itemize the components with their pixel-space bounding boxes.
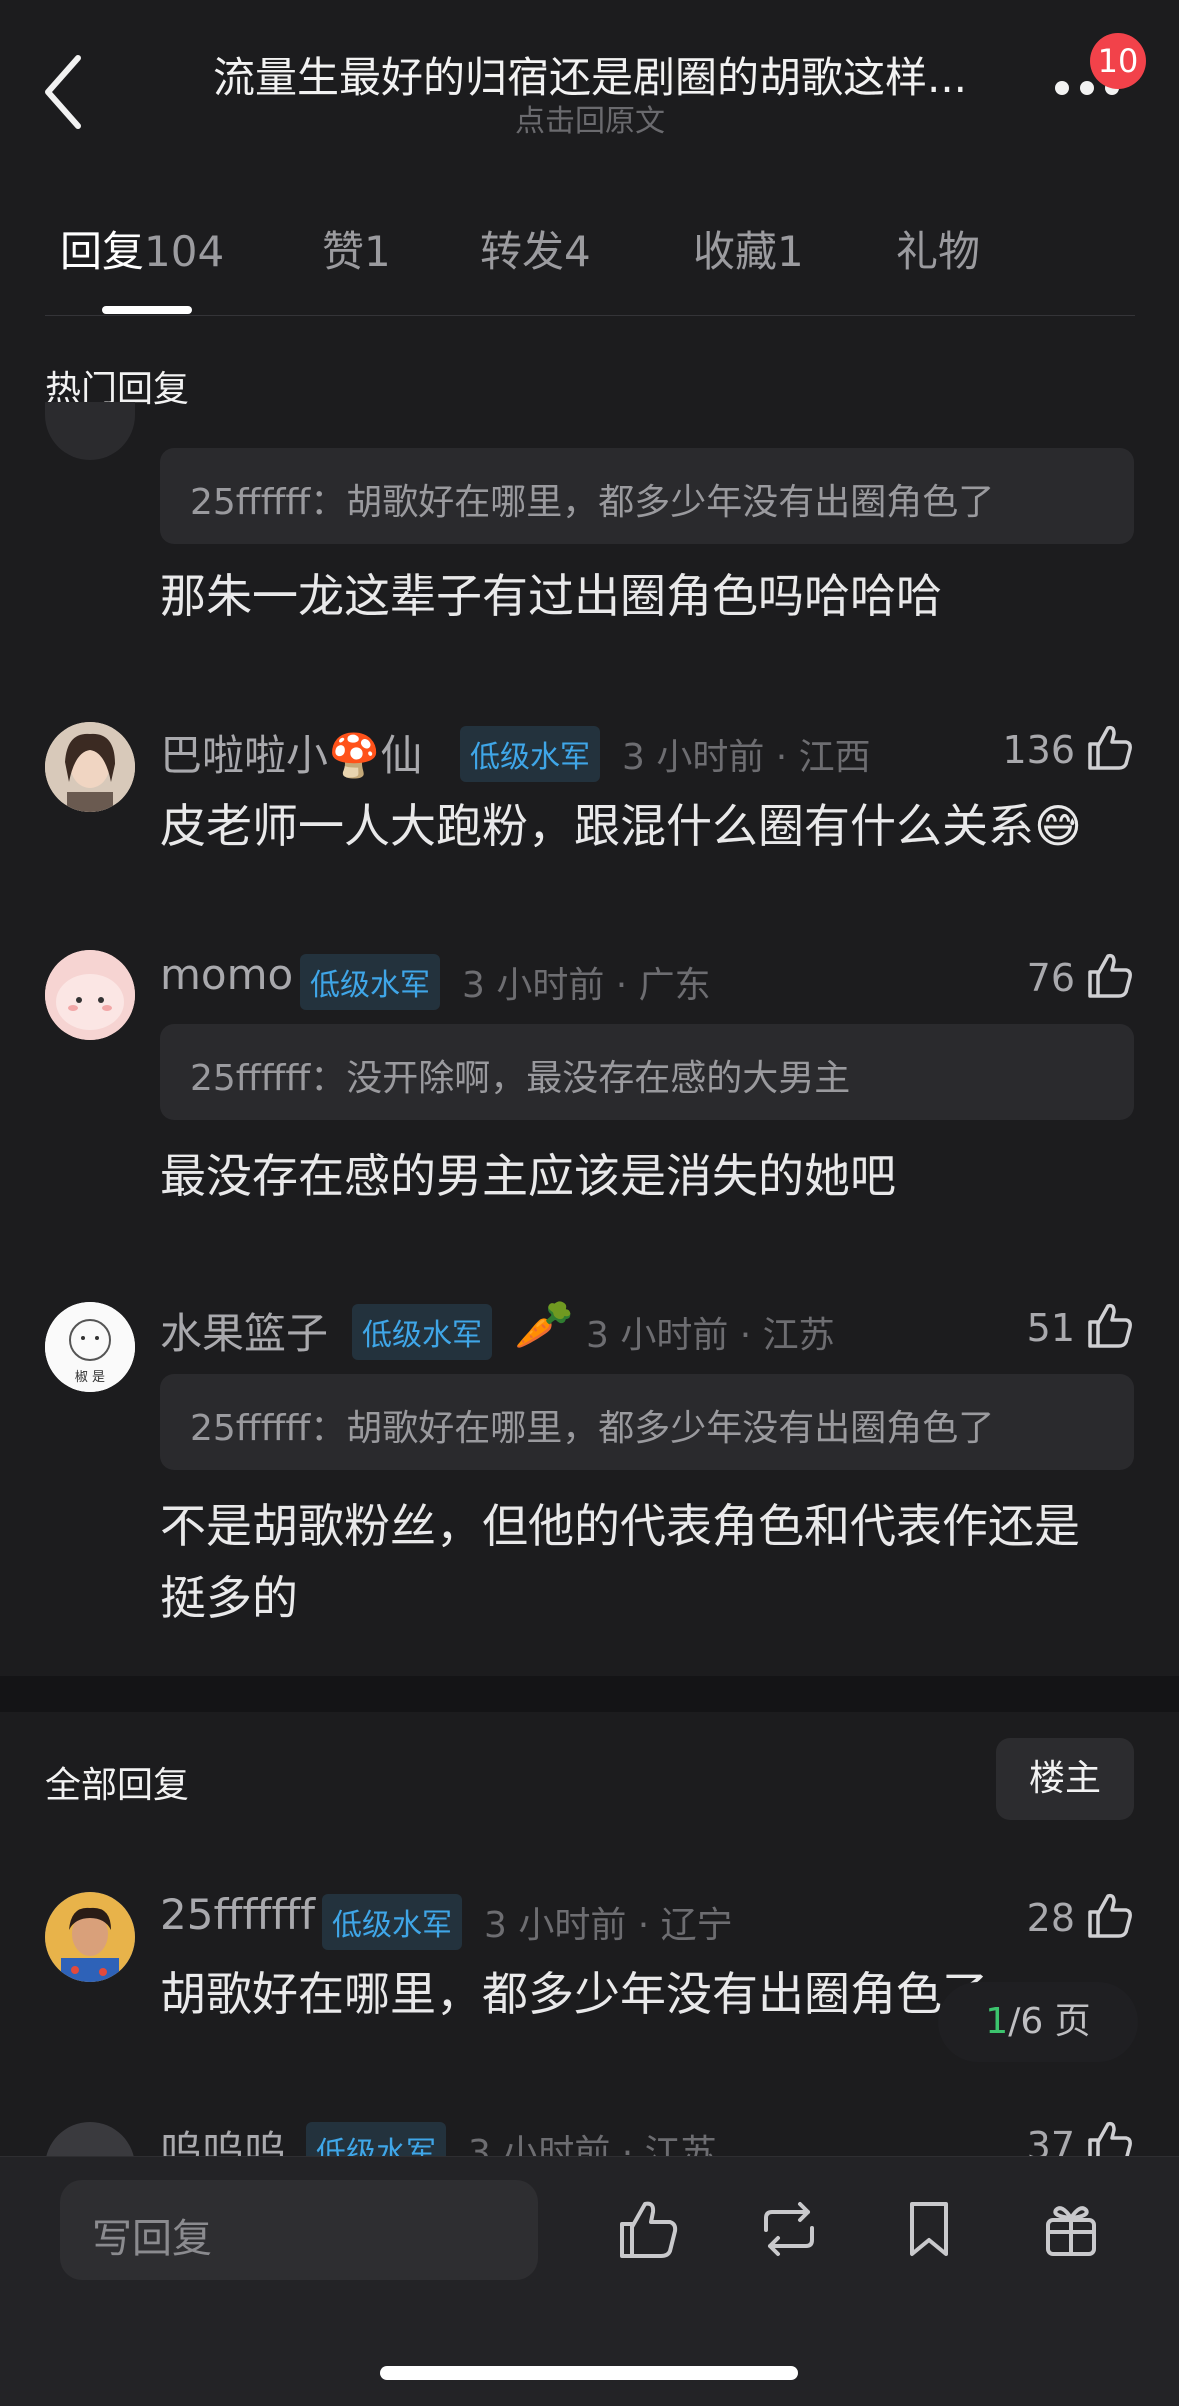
repost-icon[interactable] <box>756 2196 822 2262</box>
comment-text[interactable]: 皮老师一人大跑粉，跟混什么圈有什么关系😅 <box>160 790 1120 862</box>
level-badge: 低级水军 <box>306 2122 446 2156</box>
avatar[interactable] <box>45 950 135 1040</box>
like-count: 28 <box>1026 1896 1075 1940</box>
owner-only-button[interactable]: 楼主 <box>996 1738 1134 1820</box>
all-replies-heading: 全部回复 <box>45 1765 190 1806</box>
comment-meta: 3 小时前 · 江西 <box>622 737 871 778</box>
like-icon[interactable] <box>614 2196 680 2262</box>
thumbs-up-icon[interactable] <box>1084 2118 1134 2156</box>
username[interactable]: 水果篮子 <box>160 1300 328 1361</box>
username[interactable]: momo <box>160 950 293 999</box>
avatar[interactable] <box>45 1892 135 1982</box>
quoted-reply[interactable]: 25ffffff：没开除啊，最没存在感的大男主 <box>160 1024 1134 1120</box>
thumbs-up-icon[interactable] <box>1084 950 1134 1000</box>
active-tab-indicator <box>102 306 192 314</box>
comment-meta: 3 小时前 · 广东 <box>462 965 711 1006</box>
back-to-original-link[interactable]: 点击回原文 <box>160 96 1020 140</box>
comment-text[interactable]: 那朱一龙这辈子有过出圈角色吗哈哈哈 <box>160 560 1120 632</box>
like-count: 51 <box>1026 1306 1075 1350</box>
divider <box>45 315 1135 316</box>
level-badge: 低级水军 <box>300 954 440 1010</box>
home-indicator <box>380 2366 798 2380</box>
tab-favorites[interactable]: 收藏1 <box>693 218 804 279</box>
thumbs-up-icon[interactable] <box>1084 1300 1134 1350</box>
back-arrow-icon[interactable] <box>40 52 90 132</box>
comment-text[interactable]: 不是胡歌粉丝，但他的代表角色和代表作还是挺多的 <box>160 1490 1120 1634</box>
gift-icon[interactable] <box>1038 2196 1104 2262</box>
tab-gifts[interactable]: 礼物 <box>896 218 980 279</box>
comment-text[interactable]: 胡歌好在哪里，都多少年没有出圈角色了 <box>160 1958 1020 2030</box>
comment-meta: 3 小时前 · 江苏 <box>468 2133 717 2156</box>
comment-text[interactable]: 最没存在感的男主应该是消失的她吧 <box>160 1140 1120 1212</box>
avatar[interactable]: 椒 是 <box>45 1302 135 1392</box>
like-count: 76 <box>1026 956 1075 1000</box>
avatar[interactable] <box>45 722 135 812</box>
bookmark-icon[interactable] <box>896 2196 962 2262</box>
quoted-reply[interactable]: 25ffffff：胡歌好在哪里，都多少年没有出圈角色了 <box>160 448 1134 544</box>
page-indicator[interactable]: 1/6 页 <box>938 1982 1138 2062</box>
avatar-caption: 椒 是 <box>74 1370 106 1385</box>
mushroom-emoji: 🍄 <box>328 731 381 780</box>
avatar[interactable] <box>45 402 135 460</box>
username[interactable]: 25fffffff <box>160 1890 315 1939</box>
level-badge: 低级水军 <box>352 1304 492 1360</box>
carrot-badge-icon: 🥕 <box>514 1297 574 1353</box>
comment-meta: 3 小时前 · 辽宁 <box>484 1905 733 1946</box>
tab-likes[interactable]: 赞1 <box>322 218 391 279</box>
section-separator <box>0 1676 1179 1712</box>
username[interactable]: 呜呜呜 <box>160 2118 286 2156</box>
thumbs-up-icon[interactable] <box>1084 722 1134 772</box>
comment-meta: 3 小时前 · 江苏 <box>586 1315 835 1356</box>
level-badge: 低级水军 <box>322 1894 462 1950</box>
like-count: 136 <box>1002 728 1075 772</box>
notification-badge: 10 <box>1090 33 1146 89</box>
level-badge: 低级水军 <box>460 726 600 782</box>
reply-input[interactable]: 写回复 <box>60 2180 538 2280</box>
like-count: 37 <box>1026 2124 1075 2156</box>
tab-replies[interactable]: 回复104 <box>60 218 224 279</box>
quoted-reply[interactable]: 25ffffff：胡歌好在哪里，都多少年没有出圈角色了 <box>160 1374 1134 1470</box>
list-item: 呜呜呜 低级水军 3 小时前 · 江苏 37 <box>0 2112 1179 2156</box>
tab-reposts[interactable]: 转发4 <box>480 218 591 279</box>
username[interactable]: 巴啦啦小🍄仙 <box>160 722 422 783</box>
avatar[interactable] <box>45 2122 135 2156</box>
thumbs-up-icon[interactable] <box>1084 1890 1134 1940</box>
